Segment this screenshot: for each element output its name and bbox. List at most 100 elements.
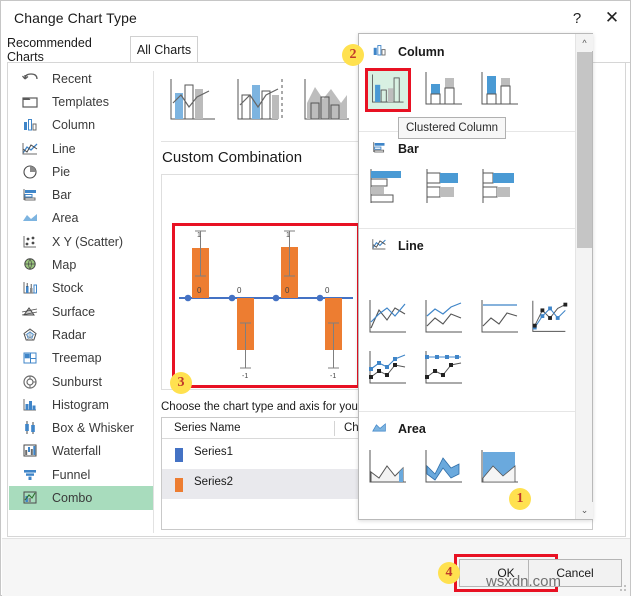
gallery-item-area[interactable]	[365, 446, 411, 490]
sidebar-item-radar[interactable]: Radar	[9, 323, 153, 346]
histogram-icon	[21, 397, 41, 413]
column-icon	[21, 117, 41, 133]
chart-category-list[interactable]: Recent Templates Column Line Pie Bar Are…	[9, 67, 153, 533]
header-separator-1	[334, 421, 335, 436]
gallery-section-header-area: Area	[371, 420, 426, 438]
gallery-item-stacked-bar[interactable]	[421, 165, 467, 209]
gallery-item-100-stacked-bar[interactable]	[477, 165, 523, 209]
close-icon[interactable]: ✕	[598, 5, 626, 31]
gallery-item-clustered-bar[interactable]	[365, 165, 411, 209]
sidebar-item-column[interactable]: Column	[9, 114, 153, 137]
sidebar-item-templates[interactable]: Templates	[9, 90, 153, 113]
svg-text:0: 0	[237, 286, 242, 295]
flyout-scrollbar[interactable]: ^ ⌄	[575, 34, 593, 519]
sidebar-item-waterfall[interactable]: Waterfall	[9, 440, 153, 463]
help-icon[interactable]: ?	[563, 5, 591, 31]
scroll-up-icon[interactable]: ^	[576, 34, 593, 51]
sidebar-item-label: Bar	[52, 188, 72, 203]
box-whisker-icon	[21, 420, 41, 436]
map-icon	[21, 257, 41, 273]
sidebar-item-combo[interactable]: Combo	[9, 486, 153, 510]
sidebar-item-label: Sunburst	[52, 374, 103, 389]
svg-text:1: 1	[286, 232, 290, 239]
bar-icon	[371, 140, 389, 158]
sidebar-item-label: Map	[52, 258, 77, 273]
sidebar-item-histogram[interactable]: Histogram	[9, 393, 153, 416]
sidebar-item-label: Combo	[52, 490, 93, 505]
radar-icon	[21, 327, 41, 343]
gallery-item-100-stacked-area[interactable]	[477, 446, 523, 490]
gallery-item-100-stacked-column[interactable]	[477, 68, 523, 112]
sidebar-item-bar[interactable]: Bar	[9, 183, 153, 206]
gallery-rule-2	[359, 228, 577, 229]
sidebar-item-label: Radar	[52, 327, 87, 342]
gallery-item-stacked-line-with-markers[interactable]	[365, 347, 411, 391]
title-bar: Change Chart Type ? ✕	[1, 1, 630, 36]
sidebar-item-line[interactable]: Line	[9, 137, 153, 160]
combo-icon	[21, 490, 41, 506]
sidebar-item-funnel[interactable]: Funnel	[9, 463, 153, 486]
sidebar-item-label: Waterfall	[52, 444, 101, 459]
gallery-item-stacked-area[interactable]	[421, 446, 467, 490]
resize-grip-icon[interactable]	[617, 582, 627, 592]
step-marker-4: 4	[438, 562, 460, 584]
pie-icon	[21, 164, 41, 180]
chart-type-gallery-flyout[interactable]: Column Bar Line Area ^ ⌄	[358, 33, 593, 520]
sidebar-item-recent[interactable]: Recent	[9, 67, 153, 90]
sunburst-icon	[21, 374, 41, 390]
tab-all-charts[interactable]: All Charts	[130, 36, 198, 63]
sidebar-item-label: Funnel	[52, 467, 91, 482]
scroll-down-icon[interactable]: ⌄	[576, 502, 593, 519]
series-color-swatch	[175, 478, 183, 492]
waterfall-icon	[21, 443, 41, 459]
sidebar-item-area[interactable]: Area	[9, 207, 153, 230]
surface-icon	[21, 304, 41, 320]
tooltip-clustered-column: Clustered Column	[398, 117, 507, 139]
gallery-section-header-line: Line	[371, 237, 424, 255]
combo-variant-3[interactable]	[299, 73, 360, 134]
gallery-item-100-stacked-line-with-markers[interactable]	[421, 347, 467, 391]
sidebar-item-label: Line	[52, 141, 76, 156]
area-icon	[371, 420, 389, 438]
sidebar-item-sunburst[interactable]: Sunburst	[9, 370, 153, 393]
gallery-item-clustered-column[interactable]	[365, 68, 411, 112]
sidebar-divider	[153, 71, 154, 533]
scrollbar-thumb[interactable]	[577, 52, 592, 248]
recent-icon	[21, 71, 41, 87]
svg-text:-1: -1	[330, 373, 336, 380]
sidebar-item-pie[interactable]: Pie	[9, 160, 153, 183]
gallery-section-label: Area	[398, 422, 426, 436]
sidebar-item-box-whisker[interactable]: Box & Whisker	[9, 416, 153, 439]
gallery-item-stacked-column[interactable]	[421, 68, 467, 112]
step-marker-2: 2	[342, 44, 364, 66]
area-icon	[21, 210, 41, 226]
sidebar-item-scatter[interactable]: X Y (Scatter)	[9, 230, 153, 253]
sidebar-item-treemap[interactable]: Treemap	[9, 347, 153, 370]
step-marker-1: 1	[509, 488, 531, 510]
sidebar-item-label: Treemap	[52, 351, 102, 366]
templates-icon	[21, 94, 41, 110]
gallery-section-header-bar: Bar	[371, 140, 419, 158]
gallery-item-stacked-line[interactable]	[421, 296, 467, 340]
combo-variant-1[interactable]	[165, 73, 226, 134]
sidebar-item-map[interactable]: Map	[9, 253, 153, 276]
sidebar-item-label: Box & Whisker	[52, 421, 134, 436]
watermark: wsxdn.com	[486, 573, 562, 590]
gallery-item-100-stacked-line[interactable]	[477, 296, 523, 340]
sidebar-item-label: Templates	[52, 94, 109, 109]
sidebar-item-label: Recent	[52, 71, 92, 86]
tab-recommended-charts[interactable]: Recommended Charts	[7, 36, 129, 64]
page-title: Change Chart Type	[14, 10, 137, 26]
line-icon	[371, 237, 389, 255]
combo-variant-2[interactable]	[232, 73, 293, 134]
gallery-section-header-column: Column	[371, 43, 445, 61]
sidebar-item-stock[interactable]: Stock	[9, 277, 153, 300]
sidebar-item-surface[interactable]: Surface	[9, 300, 153, 323]
gallery-rule-3	[359, 411, 577, 412]
series-color-swatch	[175, 448, 183, 462]
gallery-item-line-with-markers[interactable]	[529, 296, 573, 340]
sidebar-item-label: X Y (Scatter)	[52, 234, 124, 249]
gallery-item-line[interactable]	[365, 296, 411, 340]
svg-text:0: 0	[285, 286, 290, 295]
series-name: Series1	[194, 446, 233, 458]
